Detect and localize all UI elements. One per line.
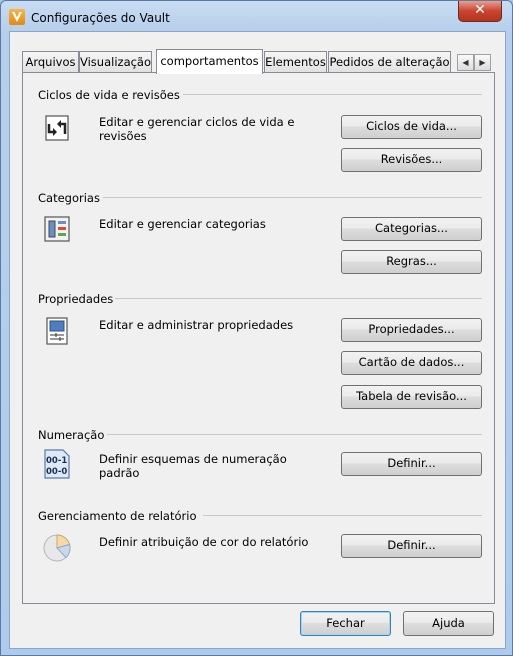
tab-elementos[interactable]: Elementos	[264, 51, 327, 73]
lifecycles-heading: Ciclos de vida e revisões	[38, 88, 180, 102]
properties-button[interactable]: Propriedades...	[341, 318, 482, 342]
reports-description: Definir atribuição de cor do relatório	[99, 535, 309, 549]
revisions-button[interactable]: Revisões...	[341, 148, 482, 172]
data-card-button[interactable]: Cartão de dados...	[341, 351, 482, 375]
properties-divider	[115, 298, 482, 299]
properties-heading: Propriedades	[38, 292, 114, 306]
help-button[interactable]: Ajuda	[403, 611, 494, 636]
close-button[interactable]: Fechar	[300, 611, 391, 636]
window-title: Configurações do Vault	[31, 11, 170, 25]
numbering-define-button[interactable]: Definir...	[341, 452, 482, 476]
window-close-button[interactable]: ✕	[458, 1, 502, 22]
categories-description: Editar e gerenciar categorias	[99, 217, 266, 231]
reports-define-button[interactable]: Definir...	[341, 534, 482, 558]
numbering-icon-line-1: 00-1	[46, 456, 67, 466]
title-bar[interactable]: Configurações do Vault ✕	[1, 1, 512, 35]
lifecycles-divider	[183, 94, 482, 95]
tab-arquivos[interactable]: Arquivos	[22, 51, 79, 73]
categories-icon	[44, 216, 70, 242]
revision-table-button[interactable]: Tabela de revisão...	[341, 385, 482, 409]
numbering-description: Definir esquemas de numeração padrão	[99, 452, 287, 480]
lifecycles-description: Editar e gerenciar ciclos de vida e revi…	[99, 115, 295, 143]
behaviors-panel: Ciclos de vida e revisões Editar e geren…	[22, 72, 495, 604]
categories-button[interactable]: Categorias...	[341, 217, 482, 241]
rules-button[interactable]: Regras...	[341, 250, 482, 274]
numbering-divider	[107, 434, 482, 435]
settings-window: Configurações do Vault ✕ Arquivos Visual…	[0, 0, 513, 656]
properties-icon	[46, 317, 68, 345]
numbering-icon-line-2: 00-0	[46, 467, 67, 477]
tab-scroll-right-icon[interactable]: ▶	[474, 54, 491, 71]
pie-chart-icon	[43, 534, 71, 562]
lifecycles-button[interactable]: Ciclos de vida...	[341, 115, 482, 139]
reports-divider	[203, 515, 482, 516]
tab-pedidos-de-alteracao[interactable]: Pedidos de alteração	[328, 51, 451, 73]
categories-divider	[103, 197, 482, 198]
lifecycle-icon	[45, 115, 69, 141]
categories-heading: Categorias	[38, 191, 100, 205]
vault-app-icon	[9, 9, 25, 25]
numbering-icon: 00-1 00-0	[44, 449, 70, 479]
reports-heading: Gerenciamento de relatório	[38, 509, 197, 523]
dialog-body: Arquivos Visualização comportamentos Ele…	[9, 31, 506, 649]
properties-description: Editar e administrar propriedades	[99, 318, 294, 332]
numbering-heading: Numeração	[38, 428, 105, 442]
tab-visualizacao[interactable]: Visualização	[79, 51, 152, 73]
tab-scroll-left-icon[interactable]: ◀	[457, 54, 474, 71]
tab-comportamentos[interactable]: comportamentos	[156, 49, 263, 74]
